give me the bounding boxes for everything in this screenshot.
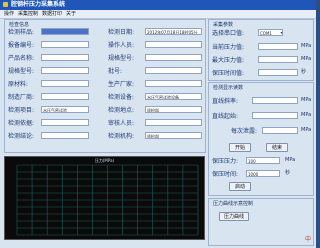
params-group-title: 采集参数 xyxy=(213,22,234,28)
product-name-label: 产品名称: xyxy=(8,55,35,62)
window-title: 腔钢杆压力采集系统 xyxy=(11,1,66,8)
max-pressure-field[interactable] xyxy=(258,56,298,63)
test-date-field[interactable]: 2012年07月18日18时05分 xyxy=(145,28,202,35)
leak-label: 每次泄露: xyxy=(231,128,258,135)
current-pressure-field[interactable] xyxy=(258,43,298,50)
reviewer-label: 审核人员: xyxy=(108,120,135,127)
hold-pressure-label: 保压压力: xyxy=(212,158,239,165)
hold-time-value-label: 保压时间值: xyxy=(212,70,245,77)
control-group-title: 压力曲线示意控制 xyxy=(213,201,254,207)
chevron-down-icon[interactable]: ▾ xyxy=(279,30,284,35)
product-name-field[interactable] xyxy=(41,54,89,61)
verify-group-title: 检测显示读数 xyxy=(213,85,244,91)
slope-label: 直线斜率: xyxy=(212,98,239,105)
conclusion-label: 检测结论: xyxy=(8,133,35,140)
slope-unit: MPa xyxy=(301,97,312,103)
leak-field[interactable] xyxy=(262,127,298,134)
brand-logo: 中 xyxy=(304,236,311,243)
spec-model-label: 规格型号: xyxy=(8,68,35,75)
pressure-curve-button[interactable]: 压力曲线 xyxy=(219,212,249,221)
title-bar: 腔钢杆压力采集系统 xyxy=(0,0,316,10)
hold-time-label: 保压时间: xyxy=(212,171,239,178)
manufacturer-field[interactable] xyxy=(145,80,202,87)
test-org-label: 检测机构: xyxy=(108,133,135,140)
chart-svg xyxy=(16,164,199,236)
test-location-field[interactable]: 质检部 xyxy=(145,106,202,113)
control-group: 压力曲线示意控制 压力曲线 中 xyxy=(208,198,314,246)
start-value-unit: MPa xyxy=(301,112,312,118)
report-no-label: 报备编号: xyxy=(8,42,35,49)
manufacturer-label: 生产厂家: xyxy=(108,81,135,88)
chart-title: 压力(MPa) xyxy=(94,158,115,163)
raw-material-label: 原材料: xyxy=(8,81,29,88)
spec-model-right-field[interactable] xyxy=(145,54,202,61)
hold-time-value-unit: 秒 xyxy=(301,69,307,75)
serial-port-label: 选择串口值: xyxy=(212,30,245,37)
info-group-title: 检查信息 xyxy=(9,22,30,28)
batch-field[interactable] xyxy=(145,67,202,74)
test-equipment-field[interactable]: 水压气密试验设备 xyxy=(145,93,202,100)
hold-time-field[interactable]: 1000 xyxy=(246,170,280,177)
spec-model-field[interactable] xyxy=(41,67,89,74)
app-window: 腔钢杆压力采集系统 操作 采集控制 数据打印 关于 检查信息 检测样品: 检测日… xyxy=(0,0,316,248)
sample-field[interactable] xyxy=(41,28,89,35)
test-basis-field[interactable] xyxy=(41,119,89,126)
max-pressure-unit: MPa xyxy=(301,56,312,62)
hold-time-value-field[interactable] xyxy=(258,69,298,76)
start-value-label: 直线起始: xyxy=(212,113,239,120)
spec-model-right-label: 规格型号: xyxy=(108,55,135,62)
test-org-field[interactable]: 质检部 xyxy=(145,132,202,139)
max-pressure-label: 最大压力值: xyxy=(212,57,245,64)
sample-label: 检测样品: xyxy=(8,29,35,36)
maker-label: 制造厂商: xyxy=(8,94,35,101)
verify-group: 检测显示读数 直线斜率: MPa 直线起始: MPa 每次泄露: MPa 开始 … xyxy=(208,82,314,196)
leak-unit: MPa xyxy=(301,127,312,133)
test-item-field[interactable]: 水压气密试验 xyxy=(41,106,89,113)
operator-label: 操作人员: xyxy=(108,42,135,49)
start-value-field[interactable] xyxy=(252,112,298,119)
conclusion-field[interactable] xyxy=(41,132,89,139)
slope-field[interactable] xyxy=(252,97,298,104)
menu-operate[interactable]: 操作 xyxy=(4,10,14,18)
operator-field[interactable] xyxy=(145,41,202,48)
test-date-label: 检测日期: xyxy=(108,29,135,36)
hold-time-unit: 秒 xyxy=(285,170,291,176)
menu-acquisition-control[interactable]: 采集控制 xyxy=(18,10,38,18)
test-basis-label: 检测依据: xyxy=(8,120,35,127)
test-equipment-label: 检测设备: xyxy=(108,94,135,101)
reviewer-field[interactable] xyxy=(145,119,202,126)
hold-pressure-unit: MPa xyxy=(285,157,296,163)
test-location-label: 检测地点: xyxy=(108,107,135,114)
info-group: 检查信息 检测样品: 检测日期: 2012年07月18日18时05分 报备编号:… xyxy=(4,19,206,153)
test-item-label: 检测项目: xyxy=(8,107,35,114)
pressure-chart: 压力(MPa) xyxy=(4,156,205,240)
report-no-field[interactable] xyxy=(41,41,89,48)
stop-button[interactable]: 结束 xyxy=(266,143,288,152)
batch-label: 批号: xyxy=(108,68,123,75)
hold-pressure-field[interactable]: 100 xyxy=(246,157,280,164)
params-group: 采集参数 选择串口值: COM1 ▾ 当前压力值: MPa 最大压力值: MPa… xyxy=(208,19,314,81)
menu-data-print[interactable]: 数据打印 xyxy=(42,10,62,18)
menu-bar: 操作 采集控制 数据打印 关于 xyxy=(0,10,316,19)
maker-field[interactable] xyxy=(41,93,89,100)
app-icon xyxy=(3,2,8,7)
current-pressure-label: 当前压力值: xyxy=(212,44,245,51)
raw-material-field[interactable] xyxy=(41,80,89,87)
menu-about[interactable]: 关于 xyxy=(66,10,76,18)
start-button[interactable]: 开始 xyxy=(229,143,251,152)
current-pressure-unit: MPa xyxy=(301,43,312,49)
launch-button[interactable]: 启动 xyxy=(229,182,251,191)
